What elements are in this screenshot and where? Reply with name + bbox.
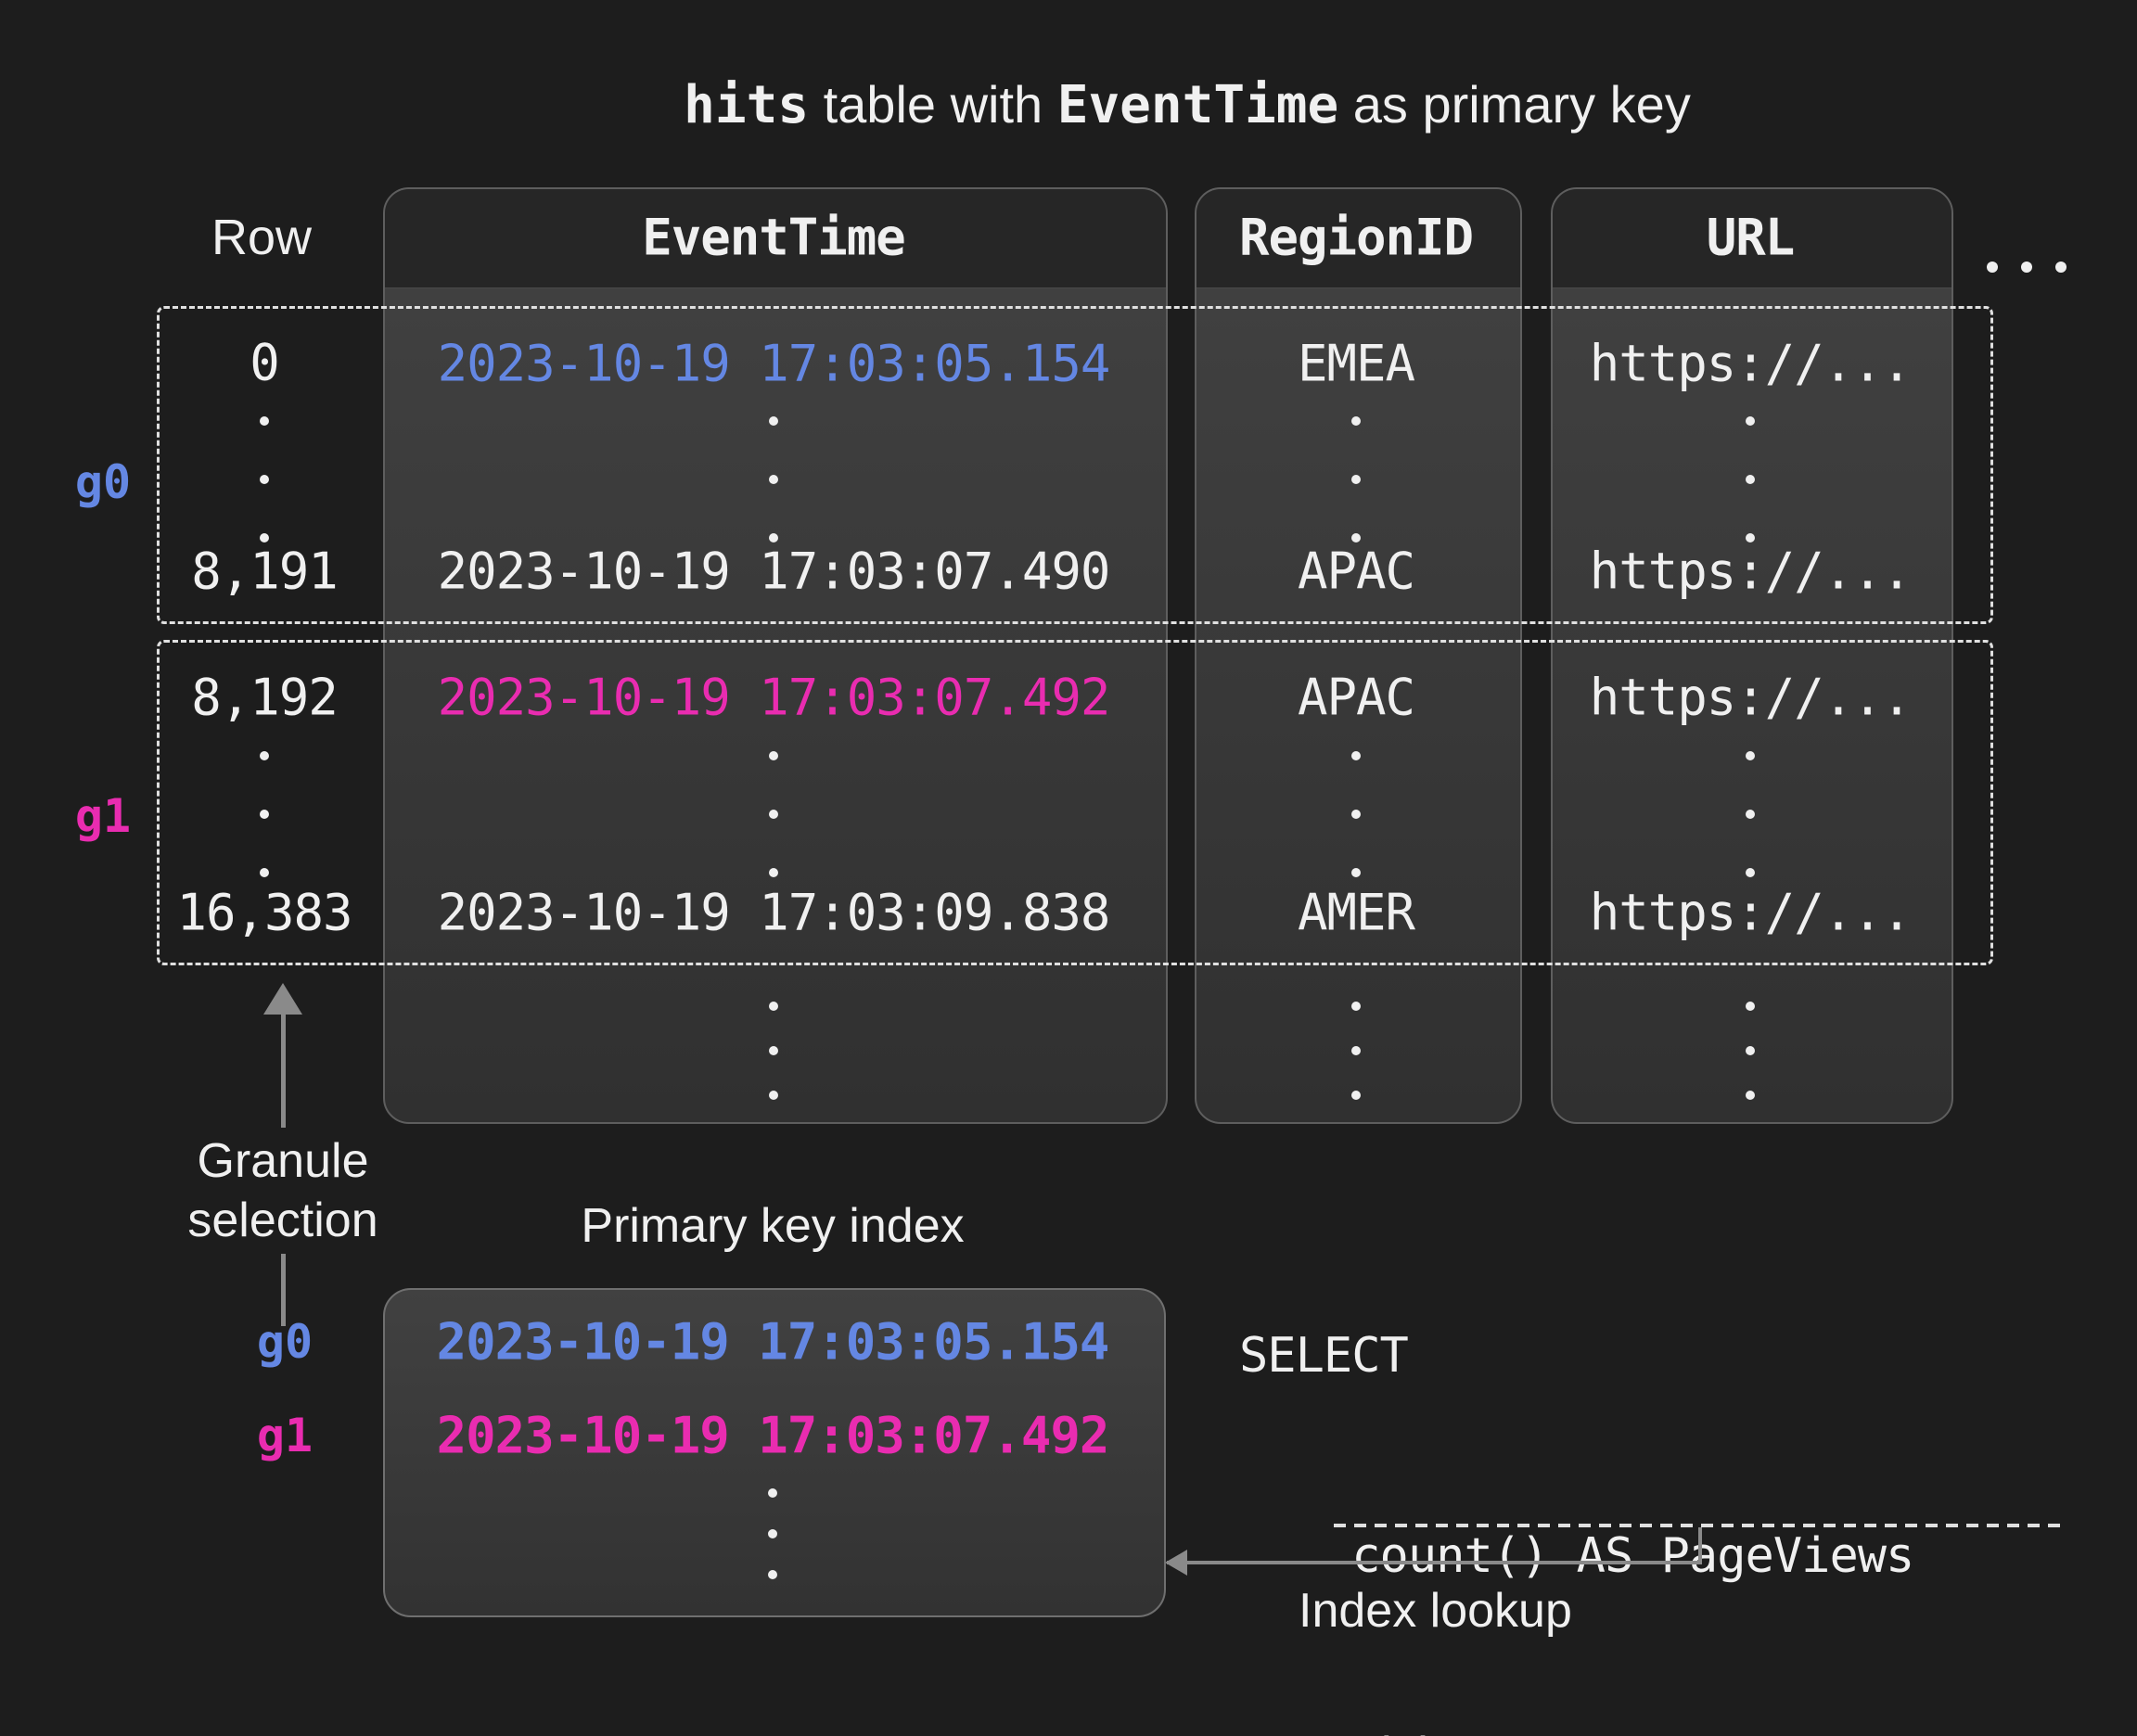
vertical-dots — [769, 416, 778, 542]
cell-url-last-g1: https://... — [1590, 884, 1912, 942]
sql-query: SELECT count() AS PageViews FROM hits WH… — [1239, 1189, 1998, 1736]
more-columns-ellipsis-icon — [1987, 262, 2067, 273]
arrow-up-shaft — [281, 1011, 286, 1128]
cell-row-last-g1: 16,383 — [176, 884, 352, 942]
cell-eventtime-first-g1: 2023-10-19 17:03:07.492 — [438, 669, 1110, 727]
vertical-dots — [1746, 416, 1755, 542]
vertical-dots — [768, 1488, 777, 1579]
granule-selection-label-line2: selection — [187, 1193, 377, 1248]
cell-row-first-g0: 0 — [250, 334, 279, 392]
index-entry-g0-label: g0 — [257, 1315, 313, 1369]
primary-key-index-title: Primary key index — [581, 1198, 964, 1254]
column-header-regionid-label: RegionID — [1239, 209, 1473, 267]
title-hits-code: hits — [684, 75, 809, 135]
index-entry-g1-label: g1 — [257, 1409, 313, 1462]
vertical-dots — [1746, 1002, 1755, 1100]
vertical-dots — [1351, 751, 1361, 877]
index-entry-g1-value: 2023-10-19 17:03:07.492 — [437, 1407, 1109, 1465]
vertical-dots — [1351, 1002, 1361, 1100]
vertical-dots — [260, 416, 269, 542]
title-eventtime-code: EventTime — [1057, 75, 1338, 135]
index-entry-g0-value: 2023-10-19 17:03:05.154 — [437, 1313, 1109, 1372]
cell-url-first-g1: https://... — [1590, 669, 1912, 727]
granule-g1-label: g1 — [75, 789, 131, 843]
cell-row-last-g0: 8,191 — [191, 542, 338, 601]
title-text-2: as primary key — [1338, 75, 1691, 134]
column-header-eventtime-label: EventTime — [642, 209, 905, 267]
index-lookup-connector-horizontal — [1167, 1561, 1702, 1564]
clickhouse-primary-index-diagram: hits table with EventTime as primary key… — [0, 0, 2137, 1736]
granule-selection-label-line1: Granule — [198, 1133, 369, 1189]
granule-g0-label: g0 — [75, 455, 131, 509]
row-column-header: Row — [211, 209, 312, 266]
arrow-left-icon — [1165, 1550, 1187, 1576]
vertical-dots — [769, 751, 778, 877]
diagram-title: hits table with EventTime as primary key — [684, 74, 1691, 135]
cell-eventtime-last-g1: 2023-10-19 17:03:09.838 — [438, 884, 1110, 942]
cell-eventtime-first-g0: 2023-10-19 17:03:05.154 — [438, 335, 1110, 393]
cell-region-last-g0: APAC — [1298, 542, 1414, 601]
cell-eventtime-last-g0: 2023-10-19 17:03:07.490 — [438, 542, 1110, 601]
sql-line-count: count() AS PageViews — [1239, 1523, 1998, 1589]
sql-line-from: FROM hits — [1239, 1723, 1998, 1736]
vertical-dots — [1746, 751, 1755, 877]
title-text-1: table with — [809, 75, 1057, 134]
cell-url-last-g0: https://... — [1590, 542, 1912, 601]
vertical-dots — [769, 1002, 778, 1100]
cell-url-first-g0: https://... — [1590, 335, 1912, 393]
cell-region-last-g1: AMER — [1298, 884, 1414, 942]
vertical-dots — [1351, 416, 1361, 542]
index-lookup-label: Index lookup — [1299, 1583, 1572, 1639]
cell-region-first-g0: EMEA — [1298, 335, 1414, 393]
arrow-up-icon — [263, 983, 302, 1015]
sql-line-select: SELECT — [1239, 1322, 1998, 1389]
column-header-url-label: URL — [1707, 209, 1795, 267]
index-lookup-connector-vertical — [1698, 1527, 1702, 1564]
cell-region-first-g1: APAC — [1298, 669, 1414, 727]
vertical-dots — [260, 751, 269, 877]
cell-row-first-g1: 8,192 — [191, 669, 338, 727]
